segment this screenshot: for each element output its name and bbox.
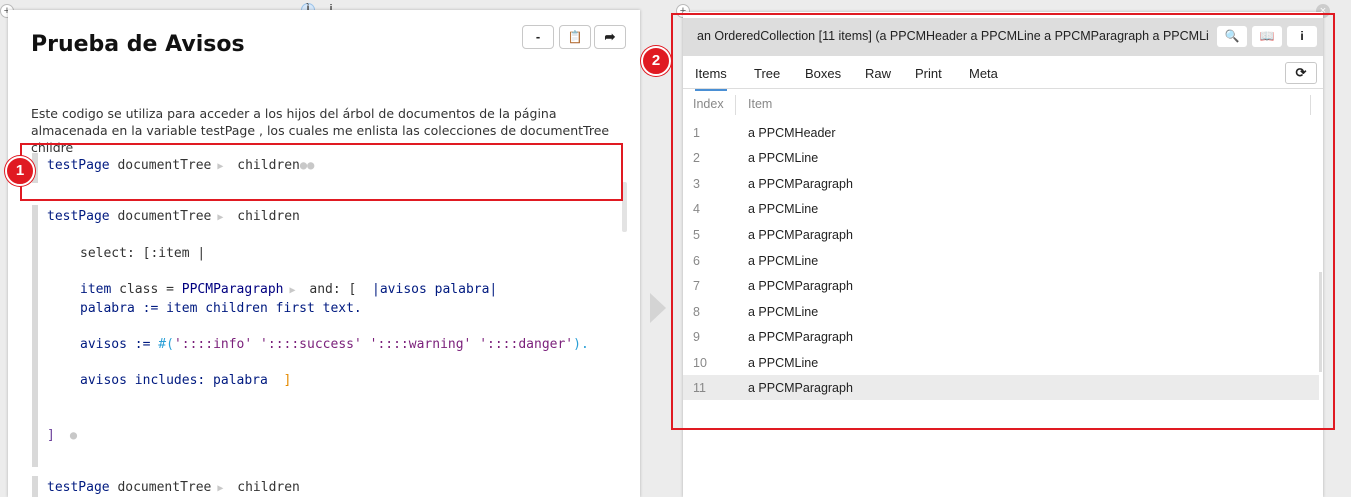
code-snippet-2[interactable]: testPage documentTree ▶ children select:… bbox=[32, 205, 602, 467]
pane-splitter-arrow-icon[interactable] bbox=[650, 293, 666, 323]
code-token: item bbox=[80, 282, 112, 297]
highlight-box-1 bbox=[20, 143, 623, 201]
code-token: class = bbox=[119, 282, 174, 297]
code-receiver: testPage bbox=[47, 209, 110, 224]
annotation-badge-1: 1 bbox=[5, 156, 35, 186]
export-button[interactable]: ➦ bbox=[594, 25, 626, 49]
clipboard-icon: 📋 bbox=[567, 30, 583, 44]
code-string: '::::success' bbox=[260, 337, 362, 352]
inspect-dot-icon[interactable]: ● bbox=[63, 428, 77, 442]
code-token: |avisos palabra| bbox=[372, 282, 498, 297]
code-message: documentTree bbox=[117, 480, 212, 495]
code-token: avisos := bbox=[80, 337, 159, 352]
page-title: Prueba de Avisos bbox=[31, 32, 245, 57]
code-bracket: ] bbox=[47, 428, 55, 443]
code-class-name: PPCMParagraph bbox=[181, 282, 284, 297]
share-arrow-icon: ➦ bbox=[604, 29, 616, 44]
minimize-button[interactable]: - bbox=[522, 25, 554, 49]
code-message: documentTree bbox=[117, 209, 212, 224]
expand-triangle-icon[interactable]: ▶ bbox=[211, 483, 229, 494]
expand-triangle-icon[interactable]: ▶ bbox=[211, 212, 229, 223]
code-bracket: ] bbox=[283, 373, 292, 388]
code-string: '::::warning' bbox=[369, 337, 472, 352]
code-line: select: [:item | bbox=[80, 246, 206, 261]
code-string: '::::danger' bbox=[479, 337, 574, 352]
code-string: '::::info' bbox=[173, 337, 253, 352]
code-token: and: [ bbox=[309, 282, 357, 297]
code-receiver: testPage bbox=[47, 480, 110, 495]
expand-triangle-icon[interactable]: ▶ bbox=[284, 285, 302, 296]
annotation-badge-2: 2 bbox=[641, 46, 671, 76]
code-snippet-3[interactable]: testPage documentTree ▶ children bbox=[32, 476, 300, 497]
code-message: children bbox=[237, 209, 300, 224]
code-message: children bbox=[237, 480, 300, 495]
code-line: palabra := item children first text. bbox=[80, 301, 362, 316]
highlight-box-2 bbox=[671, 13, 1335, 430]
clipboard-button[interactable]: 📋 bbox=[559, 25, 591, 49]
document-pane: Prueba de Avisos - 📋 ➦ Este codigo se ut… bbox=[8, 10, 640, 497]
code-line: avisos includes: palabra bbox=[80, 373, 268, 388]
